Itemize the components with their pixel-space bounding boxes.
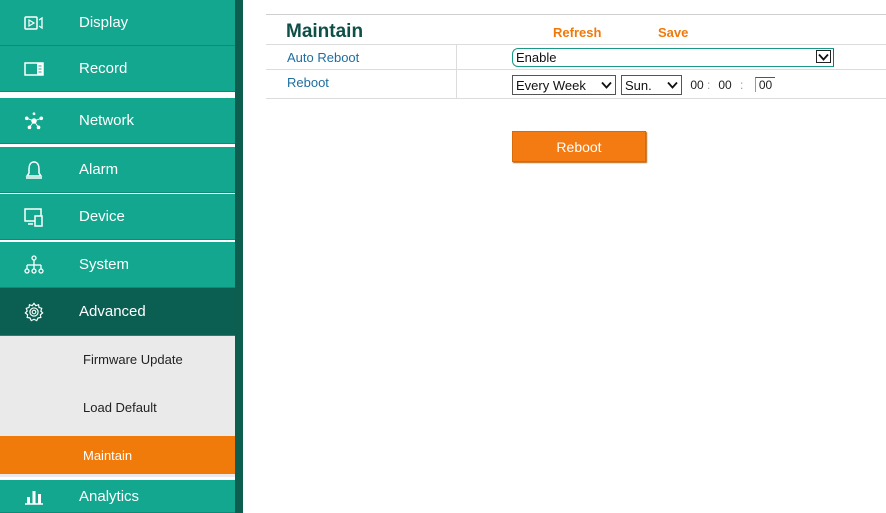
system-tree-icon	[24, 254, 44, 275]
device-icon	[24, 207, 44, 227]
auto-reboot-value: Enable	[516, 50, 557, 65]
bell-icon	[24, 160, 44, 180]
reboot-day-select[interactable]: Sun.	[621, 75, 682, 95]
reboot-hour-input[interactable]: 00	[687, 78, 707, 92]
submenu-item-maintain[interactable]: Maintain	[0, 436, 235, 474]
auto-reboot-row: Auto Reboot Enable	[266, 44, 886, 69]
time-separator: :	[740, 78, 744, 92]
chevron-down-icon	[816, 50, 831, 63]
sidebar-item-label: Advanced	[79, 303, 146, 320]
reboot-period-value: Every Week	[516, 77, 586, 93]
advanced-submenu: Firmware Update Load Default Maintain	[0, 336, 235, 477]
sidebar-item-display[interactable]: Display	[0, 0, 235, 46]
sidebar-item-analytics[interactable]: Analytics	[0, 480, 235, 513]
sidebar-item-label: System	[79, 256, 130, 273]
time-separator: :	[707, 78, 711, 92]
chevron-down-icon	[601, 78, 612, 93]
panel-header: Maintain Refresh Save	[266, 14, 886, 44]
bar-chart-icon	[24, 486, 44, 506]
sidebar-item-label: Network	[79, 112, 135, 129]
sidebar-item-advanced[interactable]: Advanced	[0, 288, 235, 336]
auto-reboot-label: Auto Reboot	[287, 50, 360, 65]
sidebar-item-device[interactable]: Device	[0, 194, 235, 240]
sidebar-divider	[235, 0, 243, 513]
reboot-day-value: Sun.	[625, 77, 652, 93]
reboot-label: Reboot	[287, 75, 329, 90]
reboot-second-input[interactable]: 00	[755, 77, 775, 92]
gear-icon	[24, 301, 44, 322]
column-divider	[456, 45, 457, 69]
sidebar-item-label: Analytics	[79, 487, 140, 505]
auto-reboot-select[interactable]: Enable	[512, 48, 834, 67]
sidebar-item-system[interactable]: System	[0, 242, 235, 288]
reboot-button[interactable]: Reboot	[512, 131, 646, 162]
submenu-item-label: Load Default	[83, 399, 157, 415]
sidebar-item-alarm[interactable]: Alarm	[0, 147, 235, 193]
refresh-button[interactable]: Refresh	[553, 25, 601, 40]
page-title: Maintain	[286, 21, 364, 42]
submenu-item-label: Maintain	[83, 447, 133, 463]
sidebar: Display Record Network Alarm Device Syst…	[0, 0, 235, 513]
chevron-down-icon	[667, 78, 678, 93]
sidebar-item-label: Display	[79, 14, 129, 31]
network-icon	[24, 111, 44, 131]
submenu-item-firmware-update[interactable]: Firmware Update	[0, 336, 235, 382]
record-icon	[24, 59, 44, 79]
maintain-panel: Maintain Refresh Save Auto Reboot Enable…	[266, 14, 886, 162]
sidebar-item-label: Alarm	[79, 161, 119, 178]
sidebar-item-record[interactable]: Record	[0, 46, 235, 92]
sidebar-item-label: Record	[79, 60, 128, 77]
sidebar-item-network[interactable]: Network	[0, 98, 235, 144]
save-button[interactable]: Save	[658, 25, 688, 40]
submenu-item-label: Firmware Update	[83, 351, 183, 367]
reboot-row: Reboot Every Week Sun. 00 : 00 : 00	[266, 69, 886, 99]
submenu-item-load-default[interactable]: Load Default	[0, 384, 235, 430]
sidebar-item-label: Device	[79, 208, 125, 225]
column-divider	[456, 70, 457, 98]
reboot-period-select[interactable]: Every Week	[512, 75, 616, 95]
reboot-minute-input[interactable]: 00	[715, 78, 735, 92]
display-icon	[24, 13, 44, 33]
